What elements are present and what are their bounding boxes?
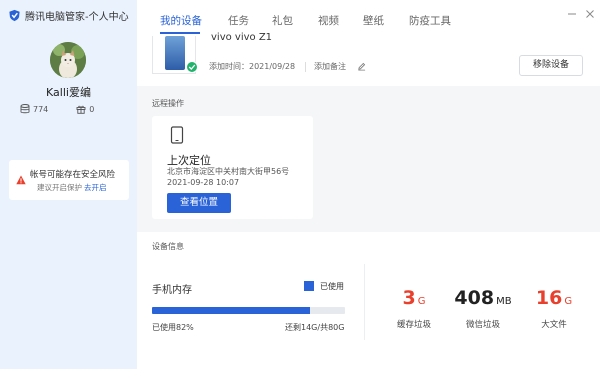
tab-wallpapers[interactable]: 壁纸: [363, 13, 384, 28]
legend-swatch: [304, 281, 314, 291]
phone-icon: [170, 126, 184, 144]
device-name: vivo vivo Z1: [211, 32, 273, 43]
avatar[interactable]: [50, 42, 86, 78]
wechat-junk-metric[interactable]: 408 MB 微信垃圾: [447, 288, 519, 330]
large-files-value: 16 G: [535, 287, 573, 309]
phone-image: [165, 36, 185, 70]
remaining-storage: 还剩14G/共80G: [285, 323, 345, 332]
storage-count: 774: [33, 104, 49, 114]
app-title-text: 腾讯电脑管家-个人中心: [25, 12, 129, 23]
warning-hint: 建议开启保护 去开启: [37, 182, 107, 193]
device-info-panel: 设备信息 手机内存 已使用 已使用82% 还剩14G/共80G 3G 缓存垃圾 …: [137, 232, 600, 369]
tab-epidemic-tools[interactable]: 防疫工具: [409, 13, 451, 28]
tab-gifts[interactable]: 礼包: [272, 13, 293, 28]
pencil-icon[interactable]: [357, 62, 366, 71]
tab-tasks[interactable]: 任务: [228, 13, 249, 28]
memory-label: 手机内存: [152, 285, 192, 296]
memory-usage-bar: [152, 307, 345, 314]
cache-junk-label: 缓存垃圾: [396, 320, 431, 330]
cache-junk-value: 3G: [402, 287, 426, 309]
divider: [305, 62, 306, 72]
view-location-button[interactable]: 查看位置: [167, 193, 231, 213]
divider: [364, 264, 365, 340]
last-location-card: 上次定位 北京市海淀区中关村南大街甲56号 2021-09-28 10:07 查…: [152, 116, 313, 219]
wechat-junk-value: 408 MB: [454, 287, 512, 309]
location-address: 北京市海淀区中关村南大街甲56号: [167, 167, 290, 176]
warning-title: 帐号可能存在安全风险: [30, 170, 116, 180]
device-header: vivo vivo Z1 添加时间：2021/09/28 添加备注 移除设备: [137, 32, 600, 86]
cat-avatar-image: [50, 42, 86, 78]
cache-junk-metric[interactable]: 3G 缓存垃圾: [389, 288, 439, 330]
add-note-link[interactable]: 添加备注: [314, 61, 346, 72]
active-tab-indicator: [160, 32, 200, 34]
app-title: 腾讯电脑管家-个人中心: [8, 8, 129, 23]
shield-logo-icon: [9, 9, 20, 22]
location-time: 2021-09-28 10:07: [167, 178, 240, 187]
storage-stat[interactable]: 774: [20, 104, 48, 114]
gift-icon: [76, 105, 86, 114]
wechat-junk-label: 微信垃圾: [465, 320, 500, 330]
memory-usage-fill: [152, 307, 311, 314]
device-thumbnail: [152, 36, 198, 74]
main-content: vivo vivo Z1 添加时间：2021/09/28 添加备注 移除设备 远…: [137, 32, 600, 369]
device-info-label: 设备信息: [152, 242, 184, 251]
enable-protection-link[interactable]: 去开启: [84, 183, 107, 192]
remove-device-button[interactable]: 移除设备: [519, 55, 583, 76]
large-files-label: 大文件: [541, 320, 567, 330]
legend-used-label: 已使用: [320, 282, 344, 291]
database-icon: [20, 104, 30, 114]
remote-operations-label: 远程操作: [152, 99, 184, 108]
tab-my-devices[interactable]: 我的设备: [160, 13, 202, 28]
gift-count: 0: [89, 104, 95, 114]
top-nav: 我的设备 任务 礼包 视频 壁纸 防疫工具: [137, 0, 600, 36]
minimize-icon[interactable]: [566, 8, 578, 20]
added-time: 添加时间：2021/09/28: [209, 62, 296, 71]
gift-stat[interactable]: 0: [76, 104, 94, 114]
warning-hint-text: 建议开启保护: [37, 183, 82, 192]
left-panel: 腾讯电脑管家-个人中心 Kalli爱编 774 0 帐号可能存在安全风险 建议开…: [0, 0, 137, 369]
used-percent: 已使用82%: [152, 323, 194, 332]
user-stats: 774 0: [20, 104, 94, 114]
tab-videos[interactable]: 视频: [318, 13, 339, 28]
warning-icon: [16, 175, 26, 185]
large-files-metric[interactable]: 16 G 大文件: [529, 288, 579, 330]
check-icon: [186, 61, 198, 73]
close-icon[interactable]: [584, 8, 596, 20]
username: Kalli爱编: [46, 86, 91, 99]
security-warning-card: 帐号可能存在安全风险 建议开启保护 去开启: [9, 160, 129, 200]
